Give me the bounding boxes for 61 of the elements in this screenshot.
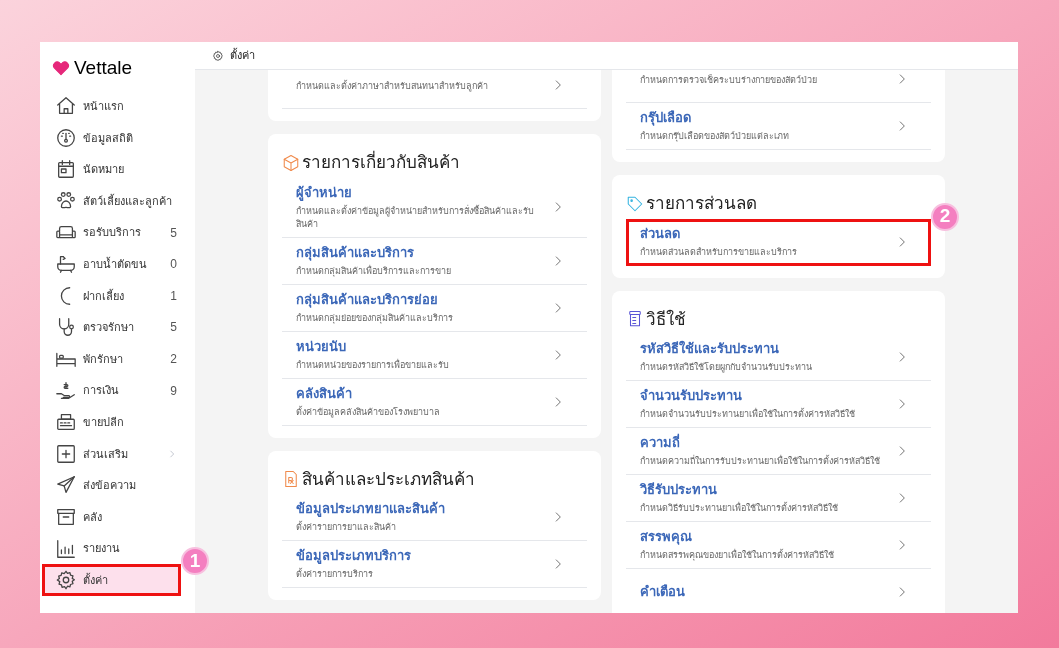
- settings-list-item[interactable]: กลุ่มสินค้าและบริการ กำหนดกลุ่มสินค้าเพื่อบริการและการขาย: [282, 237, 587, 285]
- card-title: วิธีใช้: [646, 308, 686, 331]
- settings-list-item[interactable]: หน่วยนับ กำหนดหน่วยของรายการเพื่อขายและรับ: [282, 331, 587, 379]
- sidebar-item[interactable]: รอรับบริการ 5: [42, 216, 181, 249]
- card-title: สินค้าและประเภทสินค้า: [302, 468, 475, 491]
- archive-box-icon: [55, 506, 77, 528]
- bathtub-icon: [55, 253, 77, 276]
- hand-coin-icon: [55, 379, 77, 402]
- count-label: 9: [170, 382, 177, 400]
- count-label: 1: [170, 287, 177, 305]
- settings-list-item[interactable]: รหัสวิธีใช้และรับประทาน กำหนดรหัสวิธีใช้โดยผูกกับจำนวนรับประทาน: [626, 334, 931, 381]
- tag-icon: [626, 194, 644, 213]
- settings-list-item[interactable]: สรรพคุณ กำหนดสรรพคุณของยาเพื่อใช้ในการตั้งค่ารหัสวิธีใช้: [626, 522, 931, 569]
- sidebar-item[interactable]: หน้าแรก: [42, 90, 181, 123]
- settings-list-item[interactable]: ผู้จำหน่าย กำหนดและตั้งค่าข้อมูลผู้จำหน่ายสำหรับการสั่งซื้อสินค้าและรับสินค้า: [282, 177, 587, 238]
- settings-list-item[interactable]: กรุ๊ปเลือด กำหนดกรุ๊ปเลือดของสัตว์ป่วยแต่ละเภท: [626, 103, 931, 150]
- sidebar-item[interactable]: ส่วนเสริม: [42, 438, 181, 470]
- sidebar-item[interactable]: อาบน้ำตัดขน 0: [42, 248, 181, 281]
- box-icon: [282, 153, 300, 172]
- sidebar-item[interactable]: สัตว์เลี้ยงและลูกค้า: [42, 185, 181, 217]
- sidebar-item[interactable]: คลัง: [42, 501, 181, 533]
- settings-list-item[interactable]: กำหนดการตรวจเช็คระบบร่างกายของสัตว์ป่วย: [626, 70, 931, 103]
- sidebar-item[interactable]: ฝากเลี้ยง 1: [42, 280, 181, 312]
- sidebar-item[interactable]: รายงาน: [42, 532, 181, 565]
- settings-list-item[interactable]: ส่วนลด กำหนดส่วนลดสำหรับการขายและบริการ: [626, 218, 931, 266]
- heart-logo-icon: [52, 59, 70, 78]
- settings-list-item[interactable]: ข้อมูลประเภทบริการ ตั้งค่ารายการบริการ: [282, 541, 587, 588]
- settings-list-item[interactable]: ความถี่ กำหนดความถี่ในการรับประทานยาเพื่อใช้ในการตั้งค่ารหัสวิธีใช้: [626, 428, 931, 475]
- settings-list-item[interactable]: กำหนดและตั้งค่าภาษาสำหรับสนทนาสำหรับลูกค้า: [282, 70, 587, 109]
- card-title: รายการส่วนลด: [646, 193, 757, 215]
- calendar-icon: [55, 158, 77, 181]
- count-label: 5: [170, 224, 177, 242]
- settings-icon: [212, 49, 224, 62]
- settings-list-item[interactable]: คลังสินค้า ตั้งค่าข้อมูลคลังสินค้าของโรงพยาบาล: [282, 378, 587, 426]
- prescription-file-icon: [282, 470, 300, 489]
- settings-list-item[interactable]: ข้อมูลประเภทยาและสินค้า ตั้งค่ารายการยาและสินค้า: [282, 494, 587, 541]
- sidebar-item[interactable]: ส่งข้อความ: [42, 469, 181, 502]
- bar-chart-icon: [55, 537, 77, 560]
- settings-list-item[interactable]: วิธีรับประทาน กำหนดวิธีรับประทานยาเพื่อใช้ในการตั้งค่ารหัสวิธีใช้: [626, 475, 931, 522]
- sidebar-item[interactable]: ข้อมูลสถิติ: [42, 122, 181, 154]
- jar-icon: [626, 310, 644, 329]
- sidebar-item[interactable]: ขายปลีก: [42, 406, 181, 439]
- gauge-icon: [55, 126, 77, 149]
- sidebar-item[interactable]: การเงิน 9: [42, 374, 181, 407]
- sidebar-item[interactable]: นัดหมาย: [42, 153, 181, 186]
- sidebar-item[interactable]: ตรวจรักษา 5: [42, 311, 181, 344]
- sidebar-item[interactable]: พักรักษา 2: [42, 343, 181, 375]
- count-label: 0: [170, 256, 177, 274]
- count-label: 5: [170, 319, 177, 337]
- app-logo: Vettale: [74, 56, 133, 80]
- chevron-right-icon: [167, 448, 177, 459]
- callout-number-badge: 2: [931, 202, 959, 231]
- callout-number-badge: 1: [181, 547, 209, 576]
- settings-icon: [55, 569, 77, 592]
- count-label: 2: [170, 351, 177, 369]
- settings-list-item[interactable]: จำนวนรับประทาน กำหนดจำนวนรับประทานยาเพื่อใช้ในการตั้งค่ารหัสวิธีใช้: [626, 381, 931, 428]
- plus-square-icon: [55, 442, 77, 465]
- settings-list-item[interactable]: กลุ่มสินค้าและบริการย่อย กำหนดกลุ่มย่อยของกลุ่มสินค้าและบริการ: [282, 284, 587, 332]
- card-title: รายการเกี่ยวกับสินค้า: [302, 150, 460, 176]
- settings-list-item[interactable]: คำเตือน: [626, 569, 931, 613]
- page-title: ตั้งค่า: [230, 47, 255, 64]
